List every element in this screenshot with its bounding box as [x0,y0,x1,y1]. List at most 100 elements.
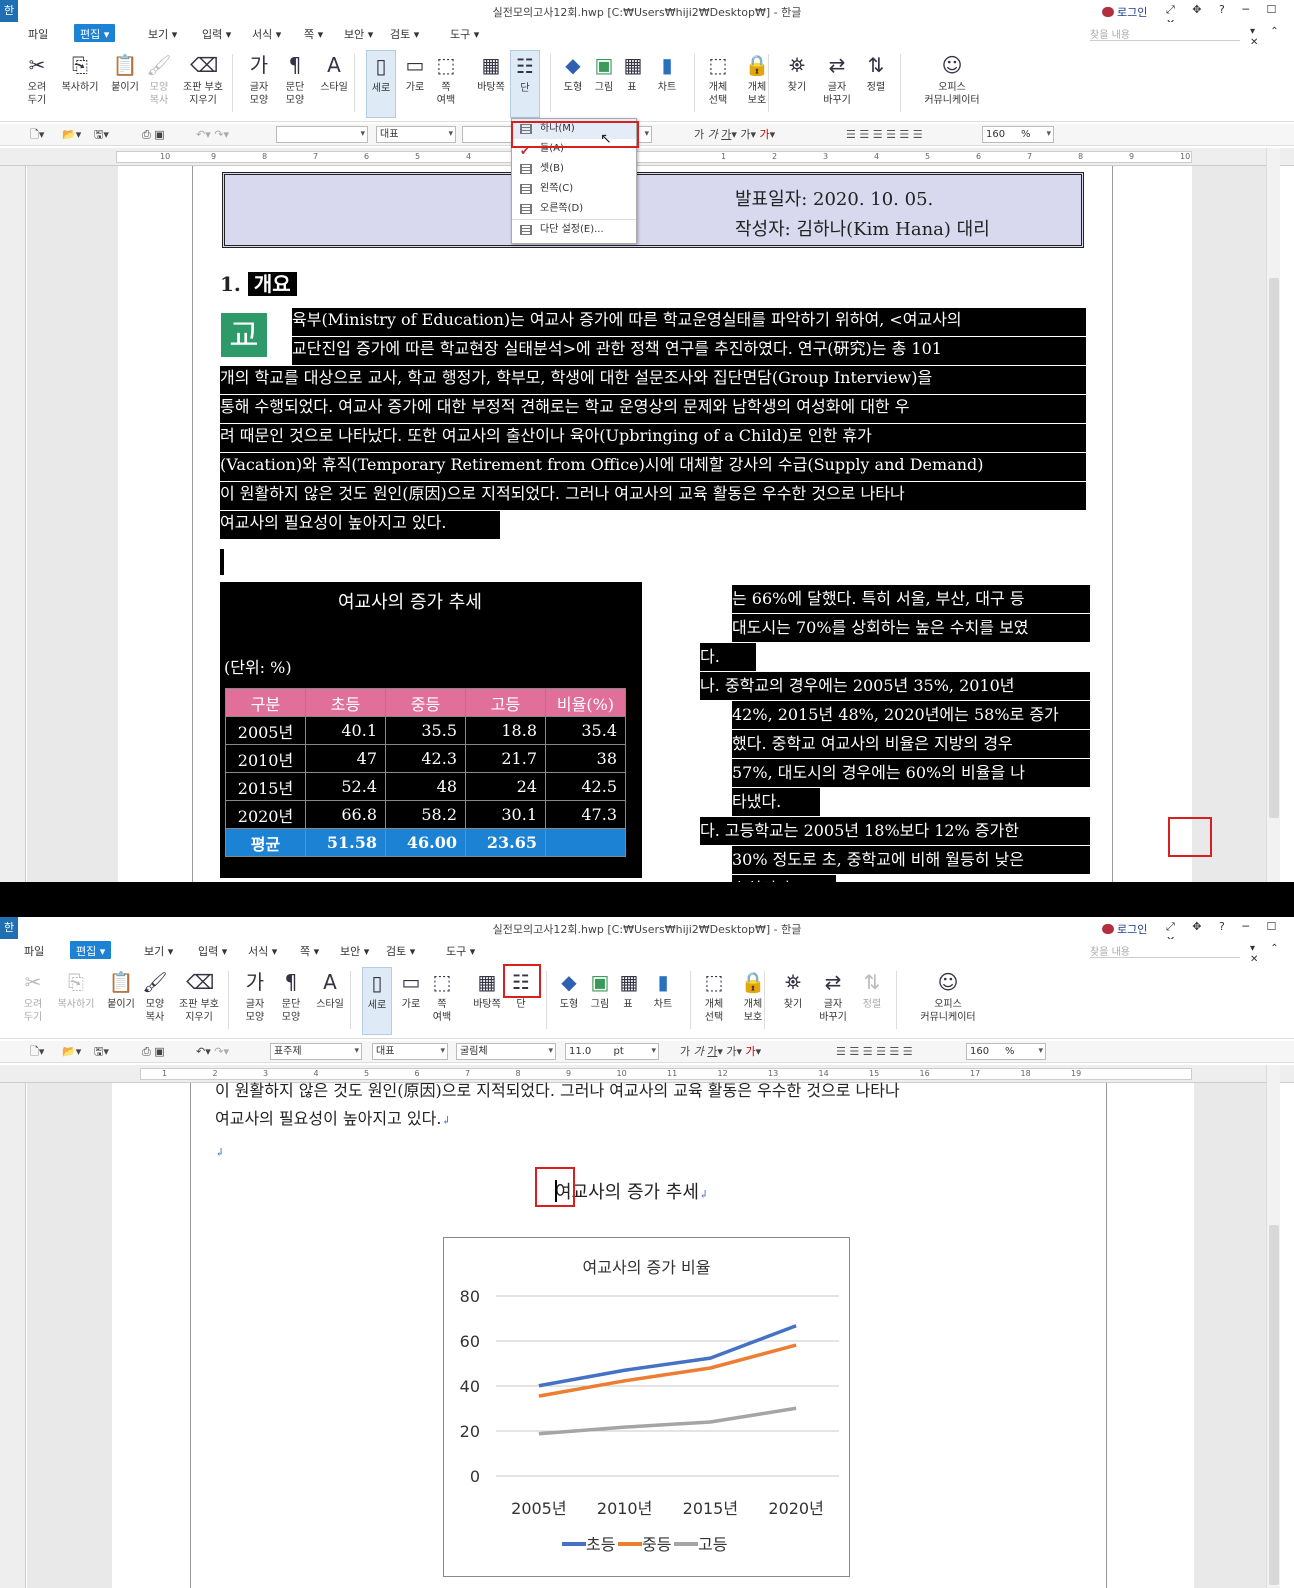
menu-7[interactable]: 검토 ▾ [390,26,419,42]
ribbon-copy-button[interactable]: ⎘ 복사하기 [58,50,102,118]
bold-italic-underline-icons[interactable]: 가 가 가▾ 가▾ 가▾ [680,1043,761,1060]
ribbon-background-button[interactable]: ▦ 바탕쪽 [472,50,510,118]
ribbon-landscape-button[interactable]: ▭ 가로 [400,50,430,118]
horizontal-ruler[interactable]: 1098765432112345678910 [0,148,1294,166]
menu-5[interactable]: 쪽 ▾ [300,943,319,959]
ribbon-clear-marks-button[interactable]: ⌫ 조판 부호 지우기 [178,50,228,118]
ribbon-shape-button[interactable]: ◆ 도형 [554,967,584,1035]
menu-4[interactable]: 서식 ▾ [248,943,277,959]
menu-4[interactable]: 서식 ▾ [252,26,281,42]
style-combo[interactable] [276,126,368,143]
menu-7[interactable]: 검토 ▾ [386,943,415,959]
ribbon-style-button[interactable]: A 스타일 [316,50,352,118]
menu-8[interactable]: 도구 ▾ [450,26,479,42]
ribbon-shape-button[interactable]: ◆ 도형 [558,50,588,118]
ribbon-office-messenger-button[interactable]: ☺ 오피스 커뮤니케이터 [908,967,988,1035]
menu-2[interactable]: 보기 ▾ [144,943,173,959]
ribbon-replace-char-button[interactable]: ⇄ 글자 바꾸기 [818,50,856,118]
columns-menu-item[interactable]: 오른쪽(D) [512,199,636,219]
ribbon-find-button[interactable]: ⛯ 찾기 [782,50,812,118]
save-icon[interactable]: 🖫▾ [94,126,109,143]
ribbon-para-shape-button[interactable]: ¶ 문단 모양 [276,967,306,1035]
menu-0[interactable]: 파일 [28,26,48,42]
ribbon-margin-button[interactable]: ⬚ 쪽 여백 [432,50,460,118]
new-doc-icon[interactable]: 🗋▾ [30,126,44,143]
ribbon-format-copy-button[interactable]: 🖌 모양 복사 [142,967,168,1035]
vertical-scrollbar[interactable] [1266,148,1280,882]
ribbon-format-copy-button[interactable]: 🖌 모양 복사 [146,50,172,118]
ribbon-cut-button[interactable]: ✂ 오려 두기 [18,967,48,1035]
vertical-scrollbar[interactable] [1266,1065,1280,1588]
menu-0[interactable]: 파일 [24,943,44,959]
undo-icon[interactable]: ↶▾ ↷▾ [196,126,229,143]
ribbon-picture-button[interactable]: ▣ 그림 [586,967,614,1035]
font-group-combo[interactable]: 대표 [372,1043,448,1060]
new-doc-icon[interactable]: 🗋▾ [30,1043,44,1060]
ribbon-copy-button[interactable]: ⎘ 복사하기 [54,967,98,1035]
ribbon-landscape-button[interactable]: ▭ 가로 [396,967,426,1035]
ribbon-find-button[interactable]: ⛯ 찾기 [778,967,808,1035]
ribbon-portrait-button[interactable]: ▯ 세로 [366,50,396,118]
ribbon-style-button[interactable]: A 스타일 [312,967,348,1035]
ribbon-replace-char-button[interactable]: ⇄ 글자 바꾸기 [814,967,852,1035]
columns-menu-item[interactable]: 다단 설정(E)... [512,219,636,239]
find-input[interactable]: 찾을 내용 [1090,24,1240,41]
align-icons[interactable]: ☰ ☰ ☰ ☰ ☰ ☰ [836,1043,913,1060]
find-input[interactable]: 찾을 내용 [1090,941,1240,958]
ribbon-chart-button[interactable]: ▮ 차트 [646,967,680,1035]
print-icon[interactable]: ⎙ ▣ [142,1043,165,1060]
save-icon[interactable]: 🖫▾ [94,1043,109,1060]
ribbon-table-button[interactable]: ▦ 표 [616,967,640,1035]
open-icon[interactable]: 📂▾ [62,126,81,143]
menu-6[interactable]: 보안 ▾ [344,26,373,42]
print-icon[interactable]: ⎙ ▣ [142,126,165,143]
ribbon-chart-button[interactable]: ▮ 차트 [650,50,684,118]
menu-3[interactable]: 입력 ▾ [202,26,231,42]
ribbon-paste-button[interactable]: 📋 붙이기 [108,50,142,118]
align-icons[interactable]: ☰ ☰ ☰ ☰ ☰ ☰ [846,126,923,143]
font-group-combo[interactable]: 대표 [376,126,456,143]
ribbon-char-shape-button[interactable]: 가 글자 모양 [240,967,270,1035]
ribbon-paste-button[interactable]: 📋 붙이기 [104,967,138,1035]
ribbon-select-object-button[interactable]: ⬚ 개체 선택 [700,50,736,118]
zoom-combo[interactable]: 160 % [966,1043,1046,1060]
ribbon-label: 모양 복사 [149,82,169,106]
ribbon-sort-button[interactable]: ⇅ 정렬 [858,967,886,1035]
login-button[interactable]: 로그인 [1102,921,1147,937]
columns-menu-item[interactable]: 셋(B) [512,159,636,179]
ribbon-sort-button[interactable]: ⇅ 정렬 [862,50,890,118]
table-cell: 52.4 [305,772,386,801]
login-button[interactable]: 로그인 [1102,4,1147,20]
menu-2[interactable]: 보기 ▾ [148,26,177,42]
undo-icon[interactable]: ↶▾ ↷▾ [196,1043,229,1060]
chart-caption[interactable]: 여교사의 증가 추세↲ [555,1178,708,1204]
ribbon-char-shape-button[interactable]: 가 글자 모양 [244,50,274,118]
ribbon-cut-button[interactable]: ✂ 오려 두기 [22,50,52,118]
line-chart[interactable]: 여교사의 증가 비율 0 20 40 60 80 2005년 2010년 2015년 2020년… [443,1237,850,1577]
style-combo[interactable]: 표주제 [270,1043,362,1060]
ribbon-picture-button[interactable]: ▣ 그림 [590,50,618,118]
zoom-combo[interactable]: 160 % [982,126,1054,143]
ribbon-background-button[interactable]: ▦ 바탕쪽 [468,967,506,1035]
menu-8[interactable]: 도구 ▾ [446,943,475,959]
menu-1[interactable]: 편집 ▾ [74,24,116,42]
ribbon-table-button[interactable]: ▦ 표 [620,50,644,118]
ribbon-select-object-button[interactable]: ⬚ 개체 선택 [696,967,732,1035]
open-icon[interactable]: 📂▾ [62,1043,81,1060]
font-combo[interactable]: 굴림체 [456,1043,556,1060]
ribbon-para-shape-button[interactable]: ¶ 문단 모양 [280,50,310,118]
font-size-combo[interactable]: 11.0 pt [565,1043,659,1060]
ribbon-columns-button[interactable]: ☷ 단 [510,50,540,118]
ribbon-clear-marks-button[interactable]: ⌫ 조판 부호 지우기 [174,967,224,1035]
menu-6[interactable]: 보안 ▾ [340,943,369,959]
ribbon-portrait-button[interactable]: ▯ 세로 [362,967,392,1035]
ribbon-office-messenger-button[interactable]: ☺ 오피스 커뮤니케이터 [912,50,992,118]
menu-3[interactable]: 입력 ▾ [198,943,227,959]
ribbon-label: 가로 [405,82,425,93]
menu-1[interactable]: 편집 ▾ [70,941,112,959]
data-table[interactable]: 구분 초등 중등 고등 비율(%) 2005년 40.1 35.5 18.8 35.4 2010년… [225,688,626,857]
menu-5[interactable]: 쪽 ▾ [304,26,323,42]
ribbon-margin-button[interactable]: ⬚ 쪽 여백 [428,967,456,1035]
bold-italic-underline-icons[interactable]: 가 가 가▾ 가▾ 가▾ [694,126,775,143]
columns-menu-item[interactable]: 왼쪽(C) [512,179,636,199]
